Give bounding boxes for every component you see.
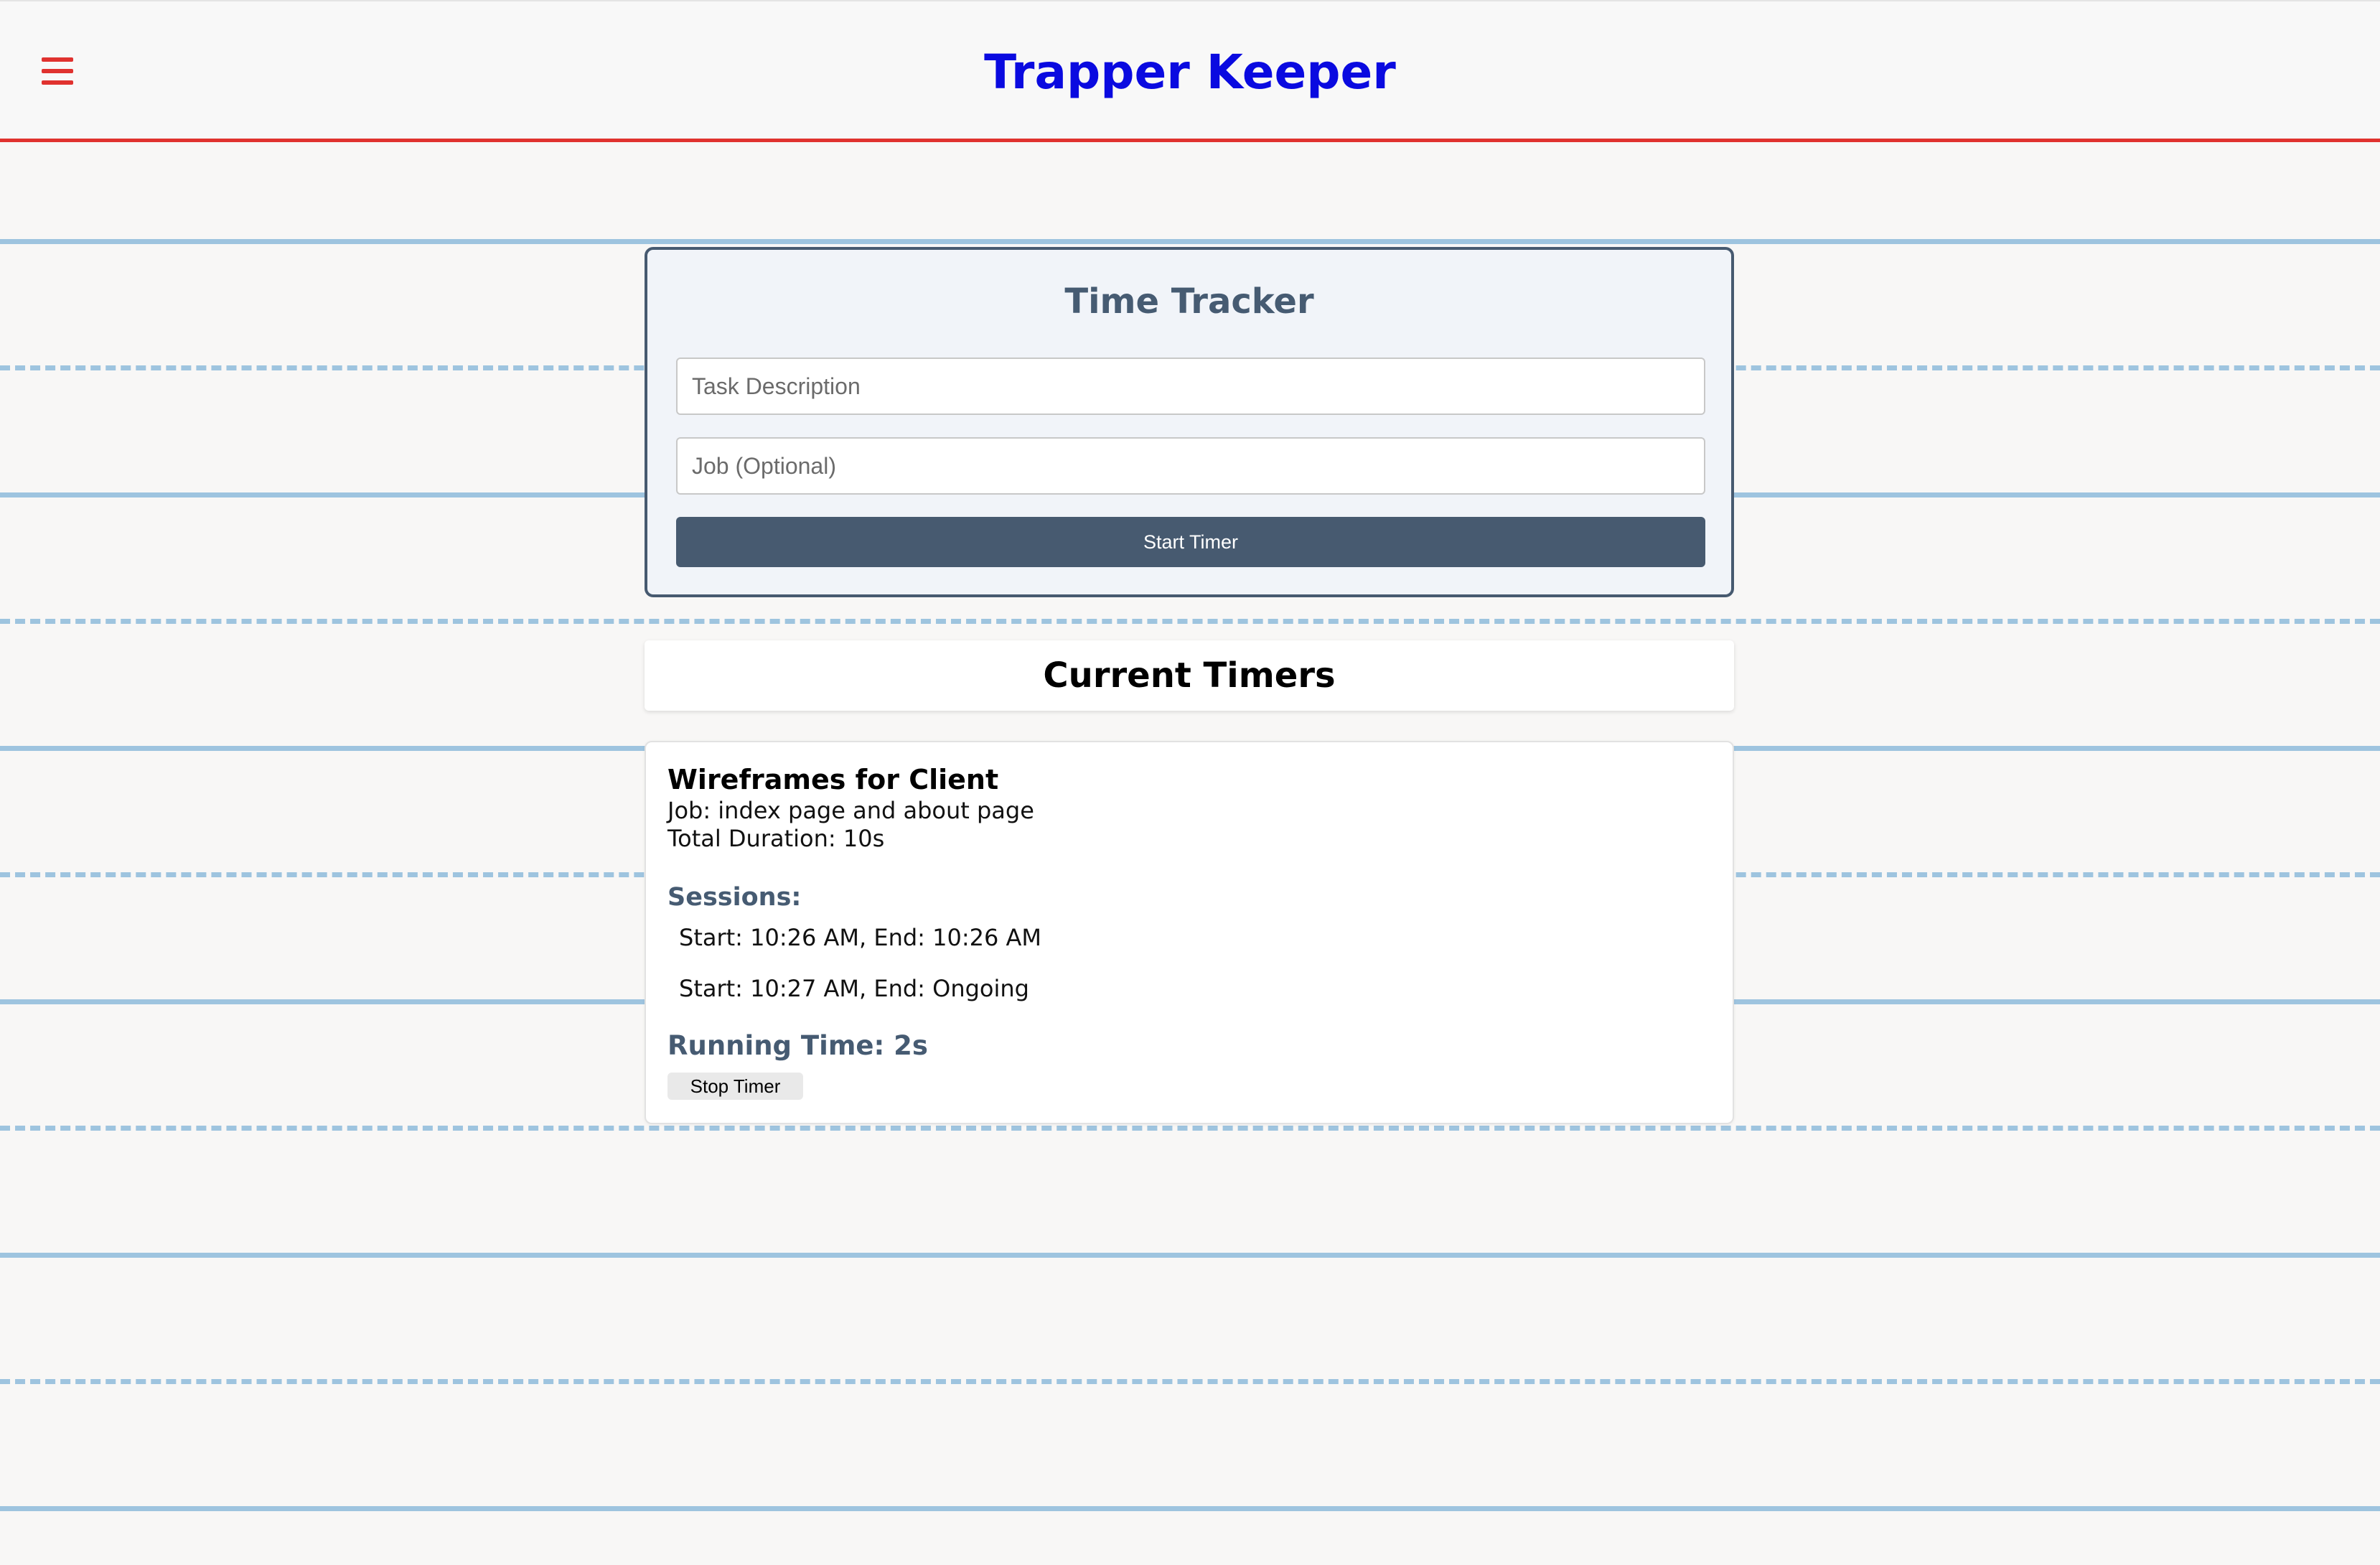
timer-job: Job: index page and about page [667, 797, 1034, 824]
paper-rule-dashed [0, 1126, 2380, 1131]
timer-task-name: Wireframes for Client [667, 764, 999, 795]
paper-rule-solid [0, 239, 2380, 244]
time-tracker-card: Time Tracker Start Timer [645, 247, 1734, 597]
session-item: Start: 10:26 AM, End: 10:26 AM [679, 924, 1042, 951]
paper-rule-dashed [0, 619, 2380, 624]
sessions-heading: Sessions: [667, 883, 802, 912]
paper-rule-dashed [0, 1379, 2380, 1384]
stop-timer-button[interactable]: Stop Timer [667, 1073, 803, 1100]
app-title: Trapper Keeper [984, 45, 1396, 100]
job-input[interactable] [676, 437, 1705, 495]
paper-rule-solid [0, 1506, 2380, 1511]
time-tracker-title: Time Tracker [1064, 281, 1314, 322]
paper-rule-solid [0, 1253, 2380, 1258]
task-description-input[interactable] [676, 358, 1705, 415]
running-time: Running Time: 2s [667, 1030, 928, 1061]
session-item: Start: 10:27 AM, End: Ongoing [679, 975, 1029, 1002]
start-timer-button[interactable]: Start Timer [676, 517, 1705, 567]
app-header: Trapper Keeper [0, 0, 2380, 142]
timer-total-duration: Total Duration: 10s [667, 825, 885, 852]
timer-card: Wireframes for Client Job: index page an… [645, 741, 1734, 1124]
current-timers-title: Current Timers [1043, 655, 1336, 696]
current-timers-header: Current Timers [645, 640, 1734, 711]
